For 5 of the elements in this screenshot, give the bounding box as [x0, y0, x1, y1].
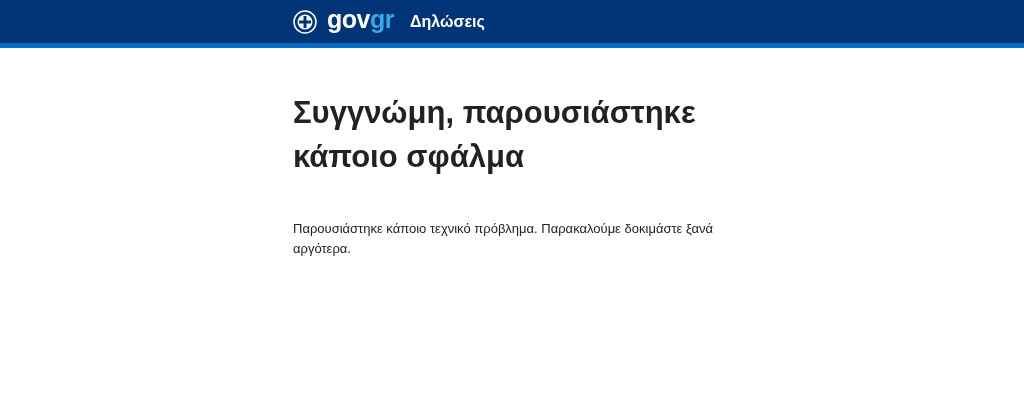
error-title: Συγγνώμη, παρουσιάστηκε κάποιο σφάλμα — [293, 94, 697, 176]
error-message: Παρουσιάστηκε κάποιο τεχνικό πρόβλημα. Παρακαλούμε δοκιμάστε ξανά αργότερα. — [293, 220, 714, 258]
emblem-icon — [293, 9, 317, 34]
service-name[interactable]: Δηλώσεις — [409, 12, 485, 31]
logo-text[interactable]: govgr — [327, 7, 394, 32]
